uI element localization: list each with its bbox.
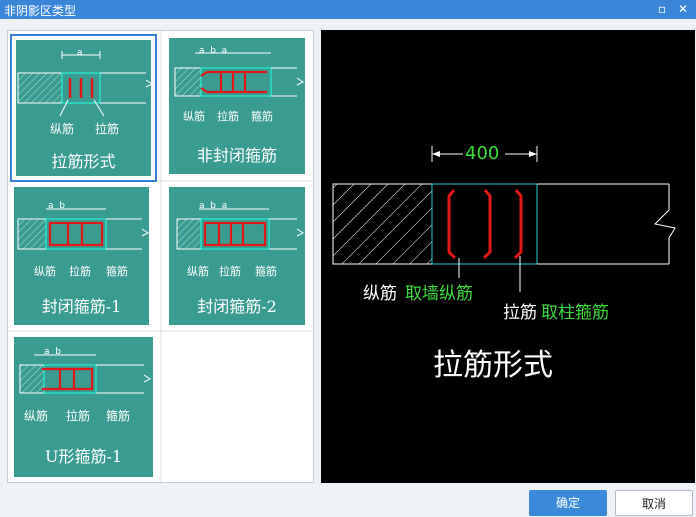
dimension-value: 400 <box>465 143 500 164</box>
open-stirrup-anno-stirrup: 箍筋 <box>251 110 273 123</box>
label-take-wall-rebar: 取墙纵筋 <box>405 284 473 304</box>
closed-stirrup-1-anno-stirrup: 箍筋 <box>106 265 128 278</box>
label-longitudinal-rebar: 纵筋 <box>363 284 397 304</box>
closed-stirrup-2-anno-tie: 拉筋 <box>219 265 241 278</box>
closed-stirrup-2-anno-rebar: 纵筋 <box>187 265 209 278</box>
u-stirrup-1-anno-stirrup: 箍筋 <box>106 409 131 423</box>
label-take-column-stirrup: 取柱箍筋 <box>541 303 609 323</box>
tie-bar-3 <box>513 189 523 260</box>
closed-stirrup-2-anno-stirrup: 箍筋 <box>255 265 277 278</box>
open-stirrup-dim-label: a b a <box>199 46 228 56</box>
close-icon[interactable]: ✕ <box>675 2 691 17</box>
gallery-item-u-stirrup-1[interactable]: a b 纵筋 拉筋 箍筋 U形箍筋-1 <box>10 333 157 481</box>
card-open-stirrup[interactable]: a b a 纵筋 拉筋 箍筋 非封闭箍筋 <box>169 38 305 174</box>
closed-stirrup-1-dim-label: a b <box>48 201 65 211</box>
label-tie: 拉筋 <box>503 303 537 323</box>
closed-stirrup-1-anno-rebar: 纵筋 <box>34 265 56 278</box>
break-symbol <box>653 209 676 239</box>
card-closed-stirrup-2[interactable]: a b a 纵筋 拉筋 箍筋 封闭箍筋-2 <box>169 187 305 325</box>
card-label-closed-stirrup-1: 封闭箍筋-1 <box>41 297 122 316</box>
dim-arrow-left <box>432 151 440 157</box>
dim-arrow-right <box>529 151 537 157</box>
card-label-closed-stirrup-2: 封闭箍筋-2 <box>197 297 277 316</box>
tie-form-anno-rebar: 纵筋 <box>50 122 75 136</box>
closed-stirrup-2-dim-label: a b a <box>199 201 228 211</box>
card-label-tie-form: 拉筋形式 <box>51 152 116 171</box>
wall-hatch <box>333 184 432 264</box>
preview-caption: 拉筋形式 <box>433 348 553 383</box>
gallery-item-tie-form[interactable]: a 纵筋 拉筋 拉筋形式 <box>10 34 157 182</box>
tie-form-dim-label: a <box>77 48 83 58</box>
preview-panel: 400 纵筋 取墙纵筋 拉筋 取柱箍筋 拉筋形式 <box>321 30 695 483</box>
card-label-u-stirrup-1: U形箍筋-1 <box>44 447 123 466</box>
type-gallery: a 纵筋 拉筋 拉筋形式 a b a 纵筋 拉筋 箍筋 非封闭箍筋 a b 纵筋… <box>7 30 315 484</box>
cancel-button[interactable]: 取消 <box>615 490 693 516</box>
ok-button[interactable]: 确定 <box>529 490 607 516</box>
preview-drawing <box>332 146 676 292</box>
card-u-stirrup-1[interactable]: a b 纵筋 拉筋 箍筋 U形箍筋-1 <box>14 337 153 477</box>
open-stirrup-anno-tie: 拉筋 <box>217 110 239 123</box>
gallery-item-open-stirrup[interactable]: a b a 纵筋 拉筋 箍筋 非封闭箍筋 <box>163 34 310 182</box>
closed-stirrup-1-anno-tie: 拉筋 <box>69 265 91 278</box>
tie-bar-2 <box>482 189 492 260</box>
u-stirrup-1-dim-label: a b <box>44 347 61 357</box>
u-stirrup-1-anno-rebar: 纵筋 <box>24 409 49 423</box>
gallery-item-closed-stirrup-2[interactable]: a b a 纵筋 拉筋 箍筋 封闭箍筋-2 <box>163 183 310 331</box>
card-closed-stirrup-1[interactable]: a b 纵筋 拉筋 箍筋 封闭箍筋-1 <box>14 187 149 325</box>
open-stirrup-anno-rebar: 纵筋 <box>183 110 205 123</box>
tie-form-anno-tie: 拉筋 <box>95 122 120 136</box>
card-label-open-stirrup: 非封闭箍筋 <box>196 146 277 165</box>
card-tie-form[interactable]: a 纵筋 拉筋 拉筋形式 <box>16 40 151 176</box>
maximize-icon[interactable]: ▫ <box>654 2 670 17</box>
u-stirrup-1-anno-tie: 拉筋 <box>66 409 91 423</box>
title-bar: 非阴影区类型 ▫ ✕ <box>0 0 696 19</box>
tie-bar-1 <box>447 189 457 260</box>
gallery-item-closed-stirrup-1[interactable]: a b 纵筋 拉筋 箍筋 封闭箍筋-1 <box>10 183 157 331</box>
window-title: 非阴影区类型 <box>4 4 77 18</box>
